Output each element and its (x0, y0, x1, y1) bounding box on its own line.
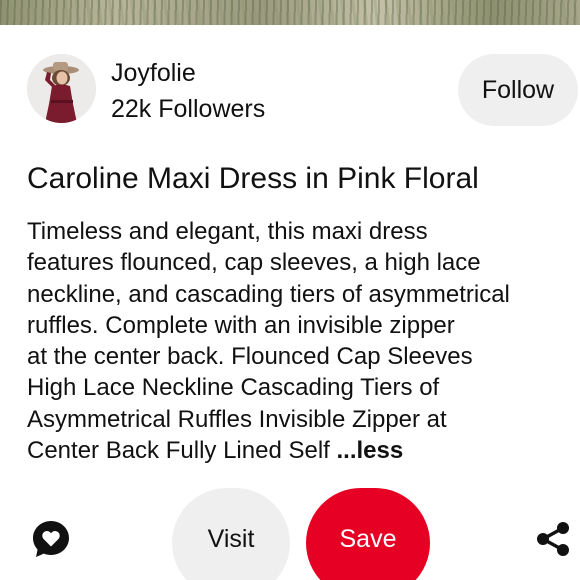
follow-button[interactable]: Follow (458, 54, 578, 126)
comment-heart-icon[interactable] (31, 519, 71, 559)
description-line: High Lace Neckline Cascading Tiers of (27, 374, 440, 402)
description-line: Asymmetrical Ruffles Invisible Zipper at (27, 405, 447, 433)
save-button[interactable]: Save (306, 488, 430, 580)
show-less-link[interactable]: ...less (336, 437, 403, 464)
share-icon[interactable] (534, 520, 572, 558)
description-line: Center Back Fully Lined Self (27, 437, 337, 465)
pin-description: Timeless and elegant, this maxi dress fe… (27, 216, 577, 466)
description-line: ruffles. Complete with an invisible zipp… (27, 311, 455, 339)
creator-name[interactable]: Joyfolie (111, 58, 196, 88)
description-line: neckline, and cascading tiers of asymmet… (27, 280, 510, 308)
avatar[interactable] (27, 54, 96, 123)
pin-image[interactable] (0, 0, 580, 25)
visit-button[interactable]: Visit (172, 488, 290, 580)
description-line: at the center back. Flounced Cap Sleeves (27, 343, 473, 371)
avatar-photo (27, 54, 96, 123)
description-line: features flounced, cap sleeves, a high l… (27, 249, 481, 277)
pin-detail-page: Joyfolie 22k Followers Follow Caroline M… (0, 0, 580, 580)
pin-title: Caroline Maxi Dress in Pink Floral (27, 162, 479, 195)
creator-followers-count: 22k Followers (111, 95, 266, 123)
description-line: Timeless and elegant, this maxi dress (27, 218, 428, 245)
description-last-line: Center Back Fully Lined Self ...less (27, 435, 577, 466)
